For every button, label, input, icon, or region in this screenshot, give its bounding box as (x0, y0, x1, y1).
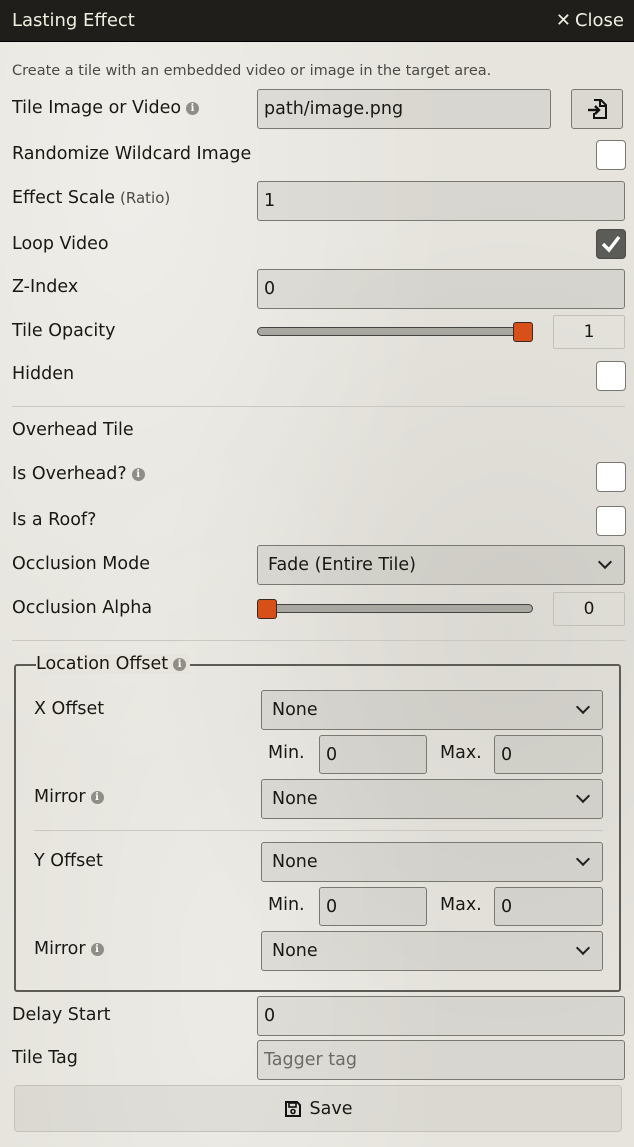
occlusion-mode-select[interactable]: Fade (Entire Tile) (257, 545, 625, 585)
occlusion-alpha-label: Occlusion Alpha (12, 598, 153, 618)
x-max-label: Max. (440, 743, 482, 763)
info-icon[interactable]: i (131, 467, 145, 481)
x-offset-value: None (272, 700, 318, 720)
loop-video-label: Loop Video (12, 234, 109, 254)
z-index-label: Z-Index (12, 277, 79, 297)
x-offset-label: X Offset (34, 699, 105, 719)
y-offset-select[interactable]: None (261, 842, 603, 882)
loop-video-checkbox[interactable] (596, 229, 626, 259)
location-offset-legend: Location Offset i (36, 654, 191, 674)
hidden-label: Hidden (12, 364, 75, 384)
is-roof-label: Is a Roof? (12, 510, 97, 530)
chevron-down-icon (575, 940, 591, 956)
checkmark-icon (601, 235, 621, 253)
z-index-input[interactable]: 0 (257, 269, 625, 309)
effect-scale-unit: (Ratio) (120, 189, 171, 207)
overhead-heading: Overhead Tile (12, 420, 134, 440)
close-icon: ✕ (555, 10, 571, 31)
x-min-input[interactable]: 0 (319, 735, 427, 774)
chevron-down-icon (597, 554, 613, 570)
occlusion-mode-label: Occlusion Mode (12, 554, 150, 574)
slider-track[interactable] (257, 604, 533, 613)
tile-image-input[interactable]: path/image.png (257, 89, 551, 129)
info-icon[interactable]: i (90, 942, 104, 956)
y-max-input[interactable]: 0 (494, 887, 603, 926)
tile-opacity-label: Tile Opacity (12, 321, 116, 341)
info-icon[interactable]: i (173, 657, 187, 671)
save-icon (284, 1100, 301, 1117)
y-mirror-value: None (272, 941, 318, 961)
x-mirror-value: None (272, 789, 318, 809)
y-offset-value: None (272, 852, 318, 872)
is-overhead-checkbox[interactable] (596, 462, 626, 492)
tile-opacity-value: 1 (553, 315, 625, 349)
delay-start-input[interactable]: 0 (257, 996, 625, 1036)
slider-track[interactable] (257, 327, 533, 336)
effect-scale-label: Effect Scale (Ratio) (12, 188, 171, 208)
x-mirror-label: Mirror i (34, 787, 254, 807)
file-import-icon (588, 99, 607, 119)
y-mirror-select[interactable]: None (261, 931, 603, 971)
section-divider (12, 640, 625, 641)
file-picker-button[interactable] (571, 89, 623, 129)
slider-thumb[interactable] (257, 599, 277, 619)
chevron-down-icon (575, 699, 591, 715)
info-icon[interactable]: i (186, 101, 200, 115)
chevron-down-icon (575, 851, 591, 867)
chevron-down-icon (575, 788, 591, 804)
close-label: Close (574, 10, 624, 31)
randomize-checkbox[interactable] (596, 140, 626, 170)
info-icon[interactable]: i (90, 790, 104, 804)
x-min-label: Min. (268, 743, 305, 763)
tile-image-label: Tile Image or Video i (12, 98, 257, 118)
is-roof-checkbox[interactable] (596, 506, 626, 536)
section-divider (12, 406, 625, 407)
x-offset-select[interactable]: None (261, 690, 603, 730)
effect-scale-input[interactable]: 1 (257, 181, 625, 221)
y-offset-label: Y Offset (34, 851, 103, 871)
save-label: Save (309, 1098, 353, 1119)
y-min-label: Min. (268, 895, 305, 915)
save-button[interactable]: Save (14, 1085, 622, 1132)
y-mirror-label: Mirror i (34, 939, 254, 959)
x-max-input[interactable]: 0 (494, 735, 603, 774)
window-title: Lasting Effect (12, 10, 135, 31)
occlusion-alpha-value: 0 (553, 592, 625, 626)
randomize-label: Randomize Wildcard Image (12, 144, 252, 164)
offset-divider (34, 830, 603, 831)
y-min-input[interactable]: 0 (319, 887, 427, 926)
close-button[interactable]: ✕ Close (556, 10, 624, 31)
form-hint: Create a tile with an embedded video or … (12, 63, 492, 79)
is-overhead-label: Is Overhead? i (12, 464, 257, 484)
y-max-label: Max. (440, 895, 482, 915)
tile-tag-input[interactable]: Tagger tag (257, 1040, 625, 1080)
x-mirror-select[interactable]: None (261, 779, 603, 819)
slider-thumb[interactable] (513, 322, 533, 342)
window-titlebar[interactable]: Lasting Effect ✕ Close (0, 0, 634, 42)
tile-tag-label: Tile Tag (12, 1048, 78, 1068)
delay-start-label: Delay Start (12, 1005, 111, 1025)
lasting-effect-window: Lasting Effect ✕ Close Create a tile wit… (0, 0, 634, 1147)
hidden-checkbox[interactable] (596, 361, 626, 391)
occlusion-mode-value: Fade (Entire Tile) (268, 555, 416, 575)
